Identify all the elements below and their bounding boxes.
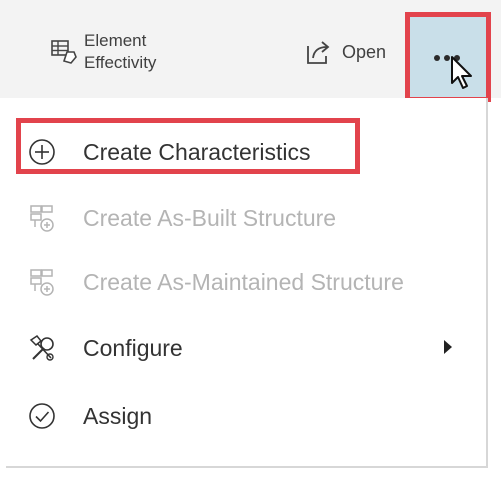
structure-add-icon	[30, 269, 54, 296]
menu-item-assign[interactable]: Assign	[6, 386, 486, 446]
open-label: Open	[342, 41, 387, 62]
configure-icon	[29, 334, 54, 361]
toolbar: Element Effectivity Open	[0, 0, 501, 102]
submenu-arrow-icon	[444, 340, 452, 354]
menu-item-label: Configure	[83, 334, 183, 361]
element-effectivity-label-line2: Effectivity	[84, 53, 157, 72]
open-button[interactable]: Open	[302, 36, 386, 68]
mouse-cursor-icon	[451, 56, 472, 89]
menu-item-label: Create As-Built Structure	[83, 204, 337, 231]
more-options-button[interactable]	[405, 12, 491, 102]
check-circle-icon	[29, 403, 55, 429]
structure-add-icon	[30, 205, 54, 232]
element-effectivity-label-line1: Element	[84, 31, 147, 50]
menu-item-create-as-built-structure[interactable]: Create As-Built Structure	[6, 188, 486, 248]
element-effectivity-button[interactable]: Element Effectivity	[48, 30, 156, 74]
open-external-icon	[307, 41, 330, 64]
menu-item-configure[interactable]: Configure	[6, 318, 486, 378]
menu-item-label: Assign	[83, 402, 153, 429]
element-effectivity-icon	[51, 40, 77, 64]
menu-item-label: Create As-Maintained Structure	[83, 268, 404, 295]
menu-item-create-as-maintained-structure[interactable]: Create As-Maintained Structure	[6, 252, 486, 312]
more-options-menu: Create Characteristics Create As-Built S…	[6, 98, 488, 468]
highlight-box	[16, 118, 360, 174]
